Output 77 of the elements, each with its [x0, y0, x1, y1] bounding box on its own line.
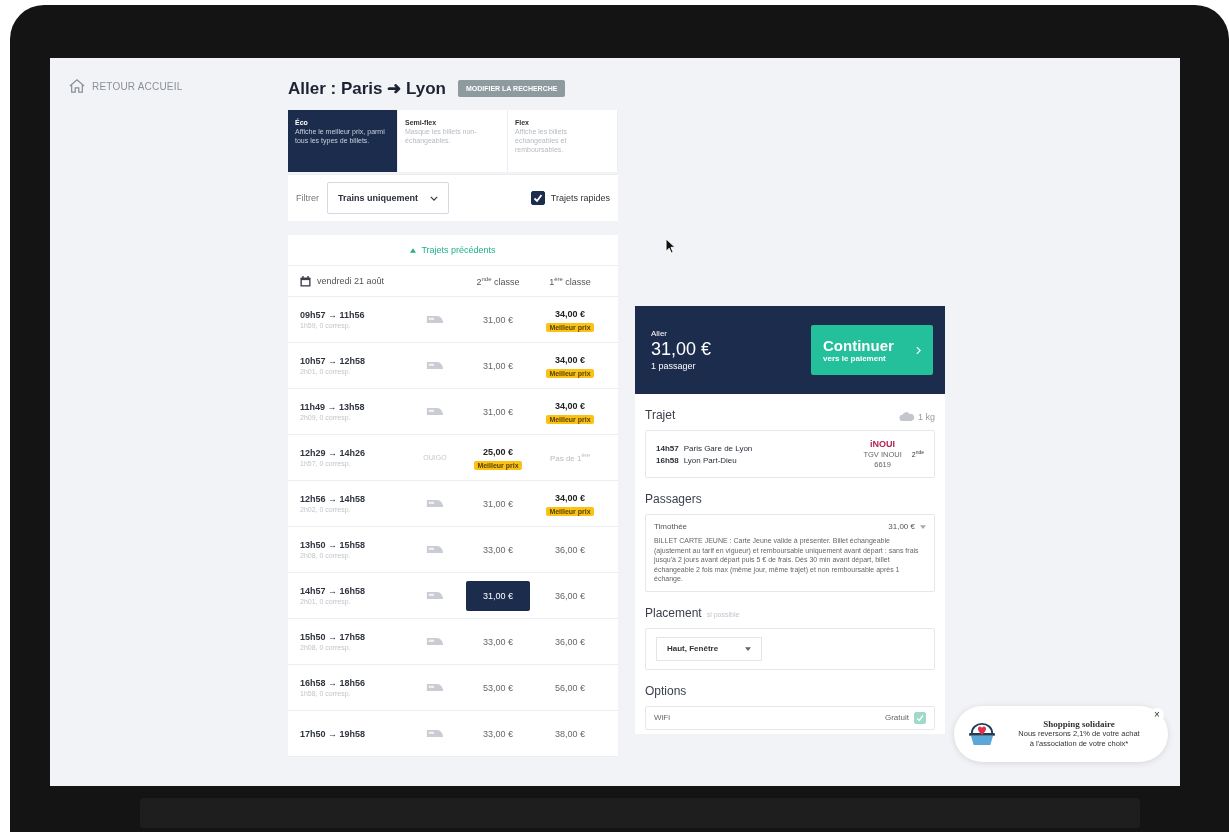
option-name: WiFi — [654, 713, 670, 722]
toast-title: Shopping solidaire — [1043, 719, 1115, 729]
direction-label: Aller — [651, 329, 668, 338]
filter-label: Filtrer — [296, 193, 319, 203]
journey-times: 10h57 → 12h58 — [300, 356, 367, 366]
train-icon — [426, 360, 444, 371]
journey-times: 11h49 → 13h58 — [300, 402, 366, 412]
price-option[interactable]: 33,00 € — [479, 726, 517, 741]
price-option[interactable]: 25,00 € — [479, 445, 517, 459]
stop-time: 16h58 — [656, 455, 679, 465]
price-option[interactable]: 31,00 € — [479, 358, 517, 373]
train-icon — [426, 728, 444, 739]
price-option[interactable]: 33,00 € — [479, 542, 517, 557]
journey-times: 13h50 → 15h58 — [300, 540, 367, 550]
journey-times: 14h57 → 16h58 — [300, 586, 367, 596]
price-option[interactable]: 31,00 € — [479, 312, 517, 327]
basket-heart-icon — [968, 722, 996, 746]
cloud-icon — [899, 412, 915, 422]
page-title: Aller : Paris ➜ Lyon — [288, 77, 446, 99]
seat-select[interactable]: Haut, Fenêtre — [656, 636, 762, 661]
station-name: Paris Gare de Lyon — [683, 443, 753, 453]
train-icon — [426, 636, 444, 647]
price-option[interactable]: 34,00 € — [551, 399, 589, 413]
price-option[interactable]: 53,00 € — [479, 680, 517, 695]
price-option[interactable]: 36,00 € — [551, 588, 589, 603]
home-icon — [68, 78, 86, 94]
stop-time: 14h57 — [656, 443, 679, 453]
train-icon — [426, 544, 444, 555]
price-option[interactable]: 31,00 € — [479, 496, 517, 511]
price-option[interactable]: 34,00 € — [551, 307, 589, 321]
column-header: 2$^{nde}$ classe — [475, 275, 521, 287]
section-heading: Trajet — [645, 408, 676, 422]
train-icon — [426, 590, 444, 601]
triangle-up-icon — [410, 247, 417, 253]
chevron-right-icon — [916, 345, 921, 355]
selected-price[interactable]: 31,00 € — [466, 580, 530, 611]
dropdown-arrow-icon — [920, 524, 926, 529]
checkbox[interactable] — [530, 191, 545, 205]
co2-amount: 1 kg — [918, 412, 935, 422]
price-option[interactable]: 33,00 € — [479, 634, 517, 649]
journey-times: 15h50 → 17h58 — [300, 632, 367, 642]
price-option[interactable]: 36,00 € — [551, 542, 589, 557]
passenger-name: Timothée — [654, 522, 688, 531]
train-icon — [426, 406, 444, 417]
train-icon — [426, 682, 444, 693]
price-option[interactable]: 36,00 € — [551, 634, 589, 649]
calendar-icon — [300, 275, 311, 287]
mouse-cursor-icon — [665, 238, 676, 254]
journey-times: 09h57 → 11h56 — [300, 310, 366, 320]
section-heading: Passagers — [645, 492, 703, 506]
passenger-count: 1 passager — [651, 361, 697, 371]
option-checkbox[interactable] — [914, 711, 926, 724]
journey-times: 17h50 → 19h58 — [300, 728, 367, 739]
dropdown-arrow-icon — [745, 646, 751, 651]
price-option[interactable]: 34,00 € — [551, 353, 589, 367]
price-option[interactable]: 38,00 € — [551, 726, 589, 741]
price-option[interactable]: 34,00 € — [551, 491, 589, 505]
column-header: 1$^{ère}$ classe — [548, 275, 592, 287]
checkbox-label: Trajets rapides — [550, 193, 610, 203]
chevron-down-icon — [430, 195, 438, 201]
passenger-price: 31,00 € — [888, 522, 915, 531]
journey-times: 16h58 → 18h56 — [300, 678, 367, 688]
price-option[interactable]: 56,00 € — [551, 680, 589, 695]
section-heading: Placement — [645, 605, 702, 620]
total-price: 31,00 € — [651, 339, 712, 360]
price-option[interactable]: 31,00 € — [479, 404, 517, 419]
train-filter-select[interactable]: Trains uniquement — [327, 182, 449, 214]
brand-logo: iNOUI — [870, 439, 896, 449]
journey-times: 12h29 → 14h26 — [300, 448, 367, 458]
train-icon — [426, 498, 444, 509]
close-button[interactable]: × — [1150, 708, 1164, 722]
option-price: Gratuit — [885, 713, 909, 722]
journey-times: 12h56 → 14h58 — [300, 494, 367, 504]
section-heading: Options — [645, 683, 688, 698]
date-label: vendredi 21 août — [317, 276, 385, 286]
train-icon — [426, 314, 444, 325]
station-name: Lyon Part-Dieu — [683, 455, 737, 465]
